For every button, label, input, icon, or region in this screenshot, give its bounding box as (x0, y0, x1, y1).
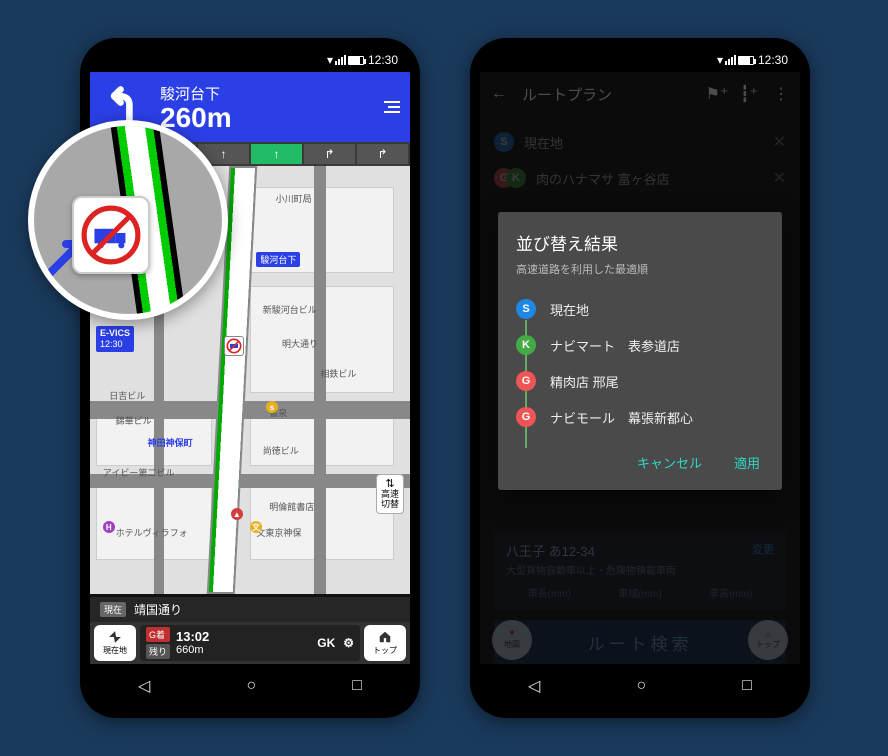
status-time: 12:30 (758, 53, 788, 67)
dialog-route-item: G ナビモール 幕張新都心 (516, 399, 764, 435)
nav-distance: 260m (160, 104, 366, 132)
dialog-item-label: ナビモール 幕張新都心 (550, 408, 693, 427)
android-nav-bar: ◁ ○ □ (90, 664, 410, 708)
intersection-flag: 駿河台下 (256, 252, 300, 267)
eta-time: 13:02 (176, 630, 209, 644)
lane-active: ↑ (251, 144, 302, 164)
recent-button[interactable]: □ (352, 677, 362, 695)
dialog-item-label: 精肉店 邢尾 (550, 372, 619, 391)
status-bar: ▾ 12:30 (90, 48, 410, 72)
signal-icon (335, 55, 346, 65)
status-icons: ▾ (327, 53, 364, 67)
status-icons: ▾ (717, 53, 754, 67)
back-button[interactable]: ◁ (138, 676, 150, 696)
lane: ↱ (357, 144, 408, 164)
nav-place: 駿河台下 (160, 83, 366, 104)
map-poi-label: 尚徳ビル (263, 444, 299, 457)
nav-text: 駿河台下 260m (160, 83, 366, 132)
wifi-icon: ▾ (717, 53, 723, 67)
current-location-button[interactable]: 現在地 (94, 625, 136, 661)
wifi-icon: ▾ (327, 53, 333, 67)
map-poi-label: アイビー第二ビル (103, 466, 175, 479)
battery-icon (738, 56, 754, 65)
top-button[interactable]: トップ (364, 625, 406, 661)
map-poi-label: 小川町局 (276, 192, 312, 205)
dialog-subtitle: 高速道路を利用した最適順 (516, 261, 764, 277)
battery-icon (348, 56, 364, 65)
back-button[interactable]: ◁ (528, 676, 540, 696)
highway-toggle-button[interactable]: ⇅ 高速 切替 (376, 474, 404, 514)
hwy-toggle-label: 高速 切替 (381, 490, 399, 510)
no-truck-sign (72, 196, 150, 274)
current-road-name: 靖国通り (134, 601, 182, 618)
signal-icon (725, 55, 736, 65)
eta-dist: 660m (176, 644, 209, 656)
route-list-icon[interactable] (376, 101, 400, 113)
eta-sub-badge: 残り (146, 644, 170, 659)
vics-badge: E-VICS 12:30 (96, 326, 134, 352)
map-poi-label: ホテルヴィラフォ (116, 526, 188, 539)
map-poi-label: 相鉄ビル (320, 367, 356, 380)
btn-label: トップ (373, 645, 397, 656)
route-dot-icon: G (516, 371, 536, 391)
map-poi-label: 神田神保町 (148, 436, 193, 449)
eta-panel[interactable]: G着 残り 13:02 660m GK ⚙ (140, 625, 360, 661)
map-poi-label: 錦華ビル (116, 414, 152, 427)
phone-frame-right: ▾ 12:30 ← ルートプラン ⚑⁺ ┇⁺ ⋮ S 現在地 ✕ (470, 38, 810, 718)
route-dot-icon: S (516, 299, 536, 319)
poi-marker: H (103, 521, 115, 533)
dialog-route-item: K ナビマート 表参道店 (516, 327, 764, 363)
home-button[interactable]: ○ (246, 677, 256, 695)
android-nav-bar: ◁ ○ □ (480, 664, 800, 708)
map-poi-label: 明倫館書店 (269, 500, 314, 513)
apply-button[interactable]: 適用 (730, 445, 764, 480)
reorder-result-dialog: 並び替え結果 高速道路を利用した最適順 S 現在地 K ナビマート 表参道店 G 精肉店 … (498, 212, 782, 490)
dialog-item-label: ナビマート 表参道店 (550, 336, 680, 355)
recent-button[interactable]: □ (742, 677, 752, 695)
status-bar: ▾ 12:30 (480, 48, 800, 72)
status-time: 12:30 (368, 53, 398, 67)
route-dot-icon: G (516, 407, 536, 427)
map-poi-label: 文東京神保 (256, 526, 301, 539)
map-poi-label: 明大通り (282, 337, 318, 350)
vehicle-marker: ▲ (231, 508, 243, 520)
current-badge: 現在 (100, 602, 126, 617)
gk-settings[interactable]: GK ⚙ (317, 636, 354, 650)
map-poi-label: 新駿河台ビル (263, 303, 317, 316)
home-button[interactable]: ○ (636, 677, 646, 695)
map-poi-label: 日吉ビル (109, 389, 145, 402)
route-plan-screen: ← ルートプラン ⚑⁺ ┇⁺ ⋮ S 現在地 ✕ G K 肉のハナマサ 富ヶ谷店 (480, 72, 800, 664)
dialog-title: 並び替え結果 (516, 230, 764, 255)
truck-restriction-icon (224, 336, 244, 356)
dialog-item-label: 現在地 (550, 300, 589, 319)
eta-badge: G着 (146, 627, 170, 642)
dialog-route-item: S 現在地 (516, 291, 764, 327)
route-dot-icon: K (516, 335, 536, 355)
current-road-bar: 現在 靖国通り (90, 597, 410, 622)
zoom-callout (28, 120, 228, 320)
dialog-route-item: G 精肉店 邢尾 (516, 363, 764, 399)
phone-screen-right: ▾ 12:30 ← ルートプラン ⚑⁺ ┇⁺ ⋮ S 現在地 ✕ (480, 48, 800, 708)
gk-label: GK (317, 636, 335, 650)
lane: ↱ (304, 144, 355, 164)
gear-icon: ⚙ (343, 636, 354, 650)
cancel-button[interactable]: キャンセル (633, 445, 706, 480)
btn-label: 現在地 (103, 645, 127, 656)
bottom-toolbar: 現在地 G着 残り 13:02 660m GK ⚙ (90, 622, 410, 664)
